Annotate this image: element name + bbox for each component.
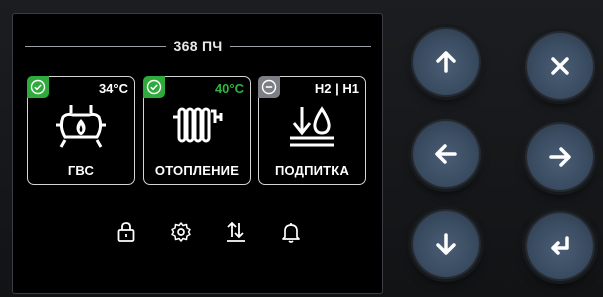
header-line-right <box>230 45 372 47</box>
close-icon <box>551 57 569 75</box>
tile-value: 40°C <box>214 81 244 96</box>
arrow-up-icon <box>436 51 456 73</box>
arrow-right-icon <box>549 147 571 167</box>
page-title: 368 ПЧ <box>173 38 223 54</box>
boiler-flame-icon <box>28 103 134 149</box>
tile-hot-water[interactable]: 34°C ГВС <box>27 76 135 185</box>
header: 368 ПЧ <box>25 36 372 56</box>
tile-makeup[interactable]: H2 | H1 ПОДПИТКА <box>258 76 366 185</box>
lock-icon[interactable] <box>113 219 139 245</box>
enter-icon <box>551 236 569 255</box>
tile-label: ГВС <box>67 163 95 178</box>
minus-circle-icon <box>258 76 280 98</box>
water-level-icon <box>259 103 365 149</box>
gear-icon[interactable] <box>168 219 194 245</box>
enter-button[interactable] <box>527 213 593 279</box>
close-button[interactable] <box>527 33 593 99</box>
check-circle-icon <box>27 76 49 98</box>
bottom-toolbar <box>113 219 313 245</box>
up-arrow-button[interactable] <box>413 29 479 95</box>
radiator-icon <box>144 103 250 149</box>
left-arrow-button[interactable] <box>413 121 479 187</box>
down-arrow-button[interactable] <box>413 211 479 277</box>
bell-icon[interactable] <box>278 219 304 245</box>
display-screen: 368 ПЧ 34°C ГВС 40°C ОТОПЛЕНИЕ H2 | H1 П… <box>12 13 383 294</box>
header-line-left <box>25 45 166 47</box>
tile-heating[interactable]: 40°C ОТОПЛЕНИЕ <box>143 76 251 185</box>
arrow-left-icon <box>435 144 457 164</box>
arrow-down-icon <box>436 233 456 255</box>
right-arrow-button[interactable] <box>527 124 593 190</box>
transfer-icon[interactable] <box>223 219 249 245</box>
tile-label: ПОДПИТКА <box>274 163 350 178</box>
tile-value: 34°C <box>98 81 128 96</box>
check-circle-icon <box>143 76 165 98</box>
tile-label: ОТОПЛЕНИЕ <box>154 163 240 178</box>
tile-value: H2 | H1 <box>314 81 359 96</box>
